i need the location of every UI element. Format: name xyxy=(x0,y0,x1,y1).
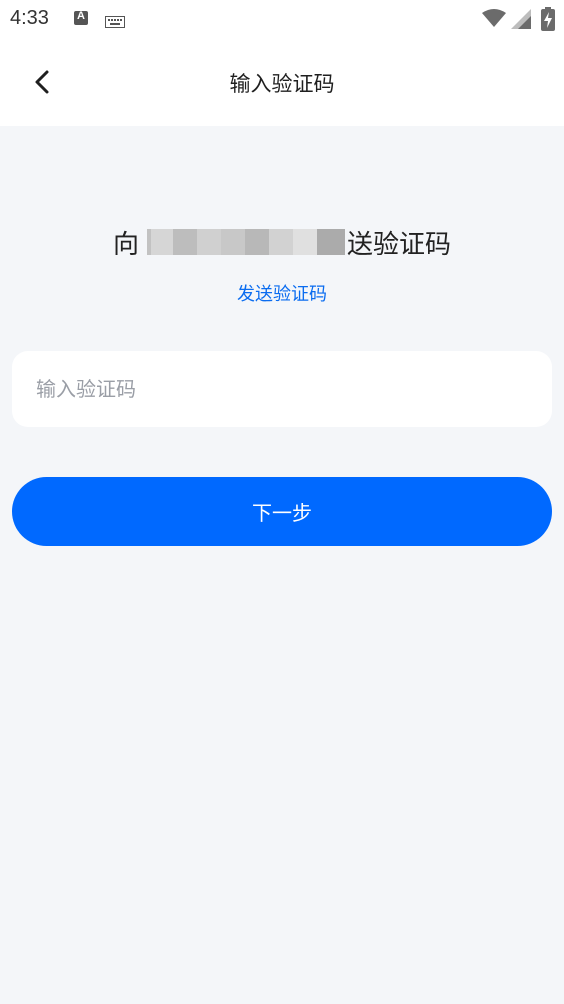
prompt-prefix: 向 xyxy=(112,229,139,260)
status-time: 4:33 xyxy=(10,7,49,29)
page-title: 输入验证码 xyxy=(229,72,335,96)
keyboard-icon xyxy=(105,13,125,32)
battery-charging-icon xyxy=(541,7,555,35)
cellular-signal-icon xyxy=(511,9,531,33)
text-a-icon: A xyxy=(74,10,88,25)
status-bar: 4:33 A xyxy=(0,0,564,40)
verification-code-input[interactable] xyxy=(36,369,526,409)
app-header: 输入验证码 xyxy=(0,40,564,126)
masked-phone-number xyxy=(147,229,345,255)
prompt-suffix: 送验证码 xyxy=(347,229,452,260)
wifi-icon xyxy=(482,8,506,32)
send-code-link[interactable]: 发送验证码 xyxy=(0,280,564,306)
code-input-container xyxy=(12,351,552,427)
send-prompt: 向 送验证码 xyxy=(0,222,564,262)
next-button[interactable]: 下一步 xyxy=(12,477,552,546)
